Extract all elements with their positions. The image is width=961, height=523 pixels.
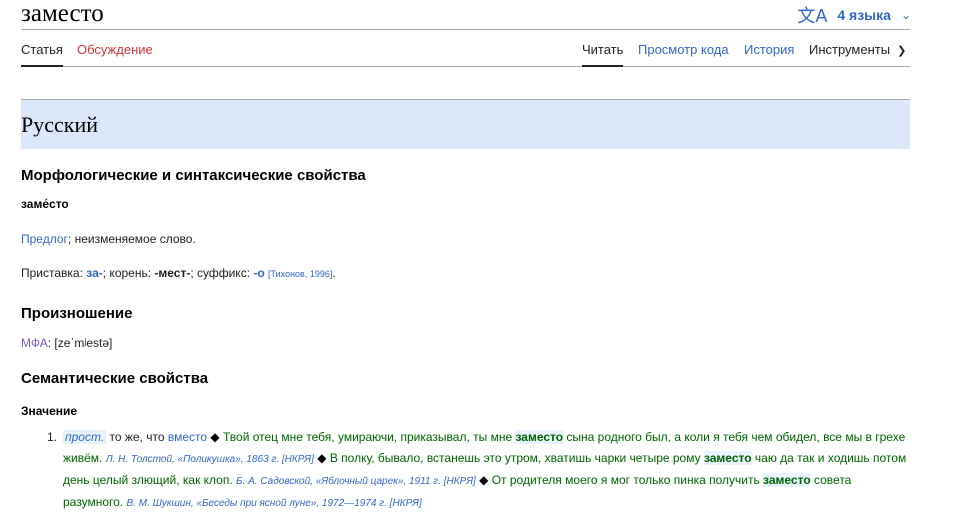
morpheme-source-link[interactable]: [Тихонов, 1996] [268,269,332,279]
separator: ◆ [317,451,327,465]
example-3-source[interactable]: В. М. Шукшин, «Беседы при ясной луне», 1… [126,498,421,509]
meaning-heading: Значение [21,404,78,418]
style-tag[interactable]: прост. [63,430,107,444]
pronunciation-heading: Произношение [21,305,133,322]
chevron-down-icon: ⌄ [900,8,911,22]
example-2-source[interactable]: Б. А. Садовской, «Яблочный царек», 1911 … [236,476,476,487]
ipa-link[interactable]: МФА [21,336,48,350]
language-selector-button[interactable]: 文A 4 языка ⌄ [797,2,911,28]
suffix-link[interactable]: -о [253,266,264,280]
meaning-number: 1. [47,430,58,444]
tab-read[interactable]: Читать [582,41,624,67]
meaning-list-item: 1. прост. то же, что вместо ◆ Твой отец … [47,427,910,514]
tab-talk[interactable]: Обсуждение [77,41,153,65]
language-section-header: Русский [21,99,910,149]
headword: заме́сто [21,197,69,211]
root-label: ; корень: [102,266,155,280]
part-of-speech-line: Предлог; неизменяемое слово. [21,232,196,246]
page-title: заместо [21,0,104,27]
example-1-source[interactable]: Л. Н. Толстой, «Поликушка», 1863 г. [НКР… [106,454,314,465]
tab-tools[interactable]: Инструменты ❯ [809,41,906,65]
morphology-heading: Морфологические и синтаксические свойств… [21,167,366,184]
semantics-heading: Семантические свойства [21,370,209,387]
ipa-value: : [zeˈmʲestə] [47,336,113,350]
root-value: -мест- [154,266,191,280]
pos-rest: ; неизменяемое слово. [67,232,196,246]
definition-start: то же, что [106,430,168,444]
languages-label: 4 языка [837,7,891,23]
tab-view-source[interactable]: Просмотр кода [638,41,729,65]
morphemes-line: Приставка: за-; корень: -мест-; суффикс:… [21,266,336,280]
translate-icon: 文A [797,6,828,26]
ipa-line: МФА: [zeˈmʲestə] [21,336,112,350]
suffix-label: ; суффикс: [190,266,254,280]
title-divider [21,29,910,30]
tab-article[interactable]: Статья [21,41,63,67]
prefix-label: Приставка: [21,266,87,280]
chevron-down-icon: ❯ [897,45,907,57]
separator: ◆ [479,473,489,487]
page-tabs: Статья Обсуждение Читать Просмотр кода И… [21,41,910,67]
separator: ◆ [210,430,220,444]
prefix-link[interactable]: за- [86,266,102,280]
language-heading: Русский [21,112,98,137]
definition-link[interactable]: вместо [168,430,207,444]
tab-history[interactable]: История [744,41,794,65]
pos-link[interactable]: Предлог [21,232,68,246]
tools-label: Инструменты [809,42,891,57]
